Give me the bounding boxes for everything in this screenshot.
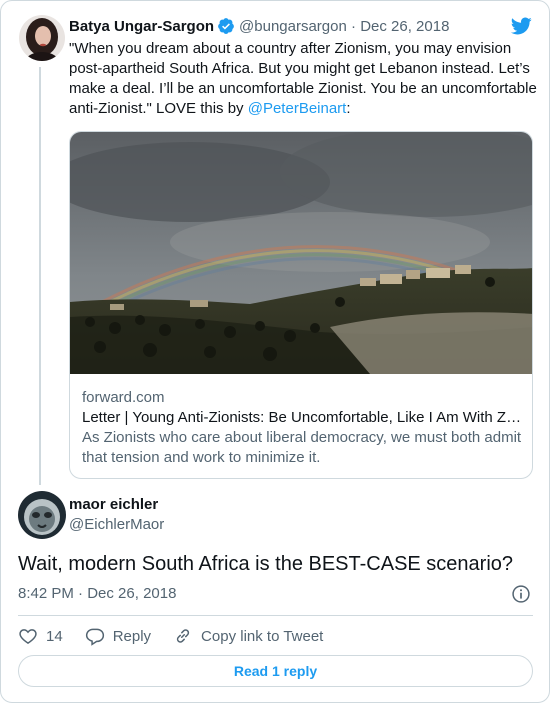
link-description: As Zionists who care about liberal democ… <box>82 429 522 466</box>
quoted-author-name[interactable]: Batya Ungar-Sargon <box>69 18 214 35</box>
reply-author-handle[interactable]: @EichlerMaor <box>69 515 164 535</box>
reply-timestamp[interactable]: 8:42 PM · Dec 26, 2018 <box>18 584 176 604</box>
timestamp-separator: · <box>73 585 88 602</box>
reply-tweet-text: Wait, modern South Africa is the BEST-CA… <box>18 553 514 575</box>
reply-button[interactable]: Reply <box>85 626 151 646</box>
header-separator: · <box>346 17 361 35</box>
tweet-embed-card: Batya Ungar-Sargon @bungarsargon · Dec 2… <box>0 0 550 703</box>
link-icon <box>176 629 190 643</box>
link-preview-image <box>70 132 532 374</box>
reply-tweet-header: maor eichler @EichlerMaor <box>69 495 164 535</box>
link-domain: forward.com <box>82 389 165 406</box>
reply-author-avatar[interactable] <box>18 491 66 539</box>
quoted-author-handle[interactable]: @bungarsargon <box>239 18 347 35</box>
thread-connector-line <box>39 67 41 485</box>
quoted-tweet-trailing: : <box>346 100 351 117</box>
reply-label: Reply <box>112 627 152 645</box>
quoted-tweet-header: Batya Ungar-Sargon @bungarsargon · Dec 2… <box>69 15 449 37</box>
link-preview-meta: forward.com Letter | Young Anti-Zionists… <box>82 388 522 468</box>
copy-link-button[interactable]: Copy link to Tweet <box>173 626 323 646</box>
read-replies-button[interactable]: Read 1 reply <box>18 655 533 687</box>
reply-author-name[interactable]: maor eichler <box>69 495 164 515</box>
quoted-tweet-date[interactable]: Dec 26, 2018 <box>360 18 449 35</box>
reply-time: 8:42 PM <box>18 585 74 602</box>
heart-icon <box>19 629 37 644</box>
verified-badge-icon <box>218 18 234 34</box>
quoted-tweet-text: "When you dream about a country after Zi… <box>69 39 539 119</box>
twitter-bird-icon[interactable] <box>509 15 533 37</box>
tweet-actions-bar: 14 Reply Copy link to Tweet <box>18 625 345 647</box>
like-button[interactable]: 14 <box>18 626 63 646</box>
reply-bubble-icon <box>85 628 104 646</box>
divider-top <box>18 615 533 616</box>
info-icon[interactable] <box>511 584 531 604</box>
like-count: 14 <box>46 627 63 645</box>
copy-link-label: Copy link to Tweet <box>201 627 324 645</box>
link-title: Letter | Young Anti-Zionists: Be Uncomfo… <box>82 409 522 426</box>
link-preview-card[interactable]: forward.com Letter | Young Anti-Zionists… <box>69 131 533 479</box>
mention-link[interactable]: @PeterBeinart <box>248 100 347 117</box>
reply-date: Dec 26, 2018 <box>87 585 177 602</box>
quoted-author-avatar[interactable] <box>19 15 65 61</box>
